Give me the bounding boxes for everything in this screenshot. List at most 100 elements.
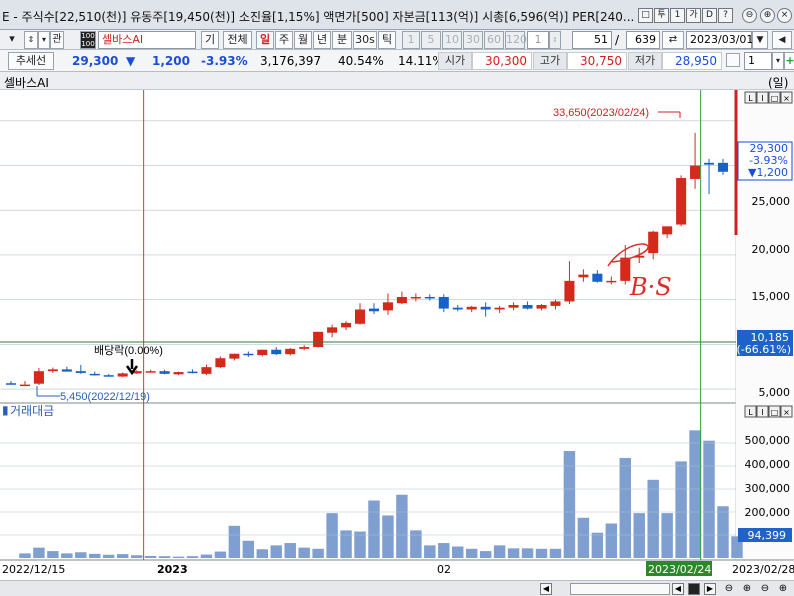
candle-body [494, 307, 505, 310]
stock-name-input[interactable]: 셀바스AI [98, 31, 196, 49]
calendar-dropdown-icon[interactable]: ▼ [752, 31, 768, 49]
volume-bar [354, 531, 366, 558]
candle-body [704, 162, 715, 165]
checkbox[interactable] [726, 53, 740, 67]
price-panel-buttons[interactable]: L I □ × [744, 91, 793, 104]
period-30-button[interactable]: 30 [463, 31, 483, 49]
zoom-in-chart-icon[interactable]: ⊕ [740, 583, 754, 595]
total-count-value: 639 [626, 31, 660, 49]
all-button[interactable]: 전체 [223, 31, 252, 49]
zoom-out-icon[interactable]: ⊖ [742, 8, 757, 23]
chart-scrollbar[interactable]: ◀ ◀ ▶ ⊖ ⊕ ⊖ ⊕ [0, 580, 794, 596]
period-spin-icon[interactable]: ⇕ [549, 31, 561, 49]
one-button[interactable]: 1 [670, 8, 685, 23]
spin-updown-icon[interactable]: ⇕ [24, 31, 38, 49]
price-tick-25000: 25,000 [752, 195, 791, 208]
d-button[interactable]: D [702, 8, 717, 23]
period-input[interactable]: 1 [527, 31, 549, 49]
date-input[interactable]: 2023/03/01 [686, 31, 753, 49]
candle-body [159, 371, 170, 374]
candle-body [271, 349, 282, 355]
candle-body [89, 373, 100, 376]
scroll-thumb[interactable] [570, 583, 670, 595]
current-volume-value: 94,399 [748, 529, 787, 542]
candle-body [145, 371, 156, 373]
view-count-input[interactable]: 51 [572, 31, 612, 49]
volume-bar [158, 556, 171, 558]
nav-arrow-icon[interactable]: ◀ [772, 31, 792, 49]
period-120-button[interactable]: 120 [505, 31, 527, 49]
scroll-next-icon[interactable]: ▶ [704, 583, 716, 595]
vol-tick-500000: 500,000 [745, 434, 791, 447]
open-value: 30,300 [472, 52, 532, 70]
vol-panel-btn-i[interactable]: I [761, 408, 763, 417]
panel-btn-close[interactable]: × [783, 94, 790, 103]
tab-daily[interactable]: 일 [256, 31, 274, 49]
scroll-prev-icon[interactable]: ◀ [672, 583, 684, 595]
grid-icon[interactable]: 100 100 [80, 31, 96, 49]
volume-bar [298, 547, 310, 558]
trend-line-button[interactable]: 추세선 [8, 52, 54, 70]
tab-30s[interactable]: 30s [353, 31, 377, 49]
vol-panel-btn-close[interactable]: × [783, 408, 790, 417]
candle-body [201, 367, 212, 374]
period-60-button[interactable]: 60 [484, 31, 504, 49]
chart-toolbar: ▾ ⇕ ▾ 관 100 100 셀바스AI 기 전체 일 주 월 년 분 30s … [0, 30, 794, 50]
tab-weekly[interactable]: 주 [275, 31, 293, 49]
invest-button[interactable]: 투 [654, 8, 669, 23]
candle-body [354, 309, 366, 324]
zoom-out-chart-icon[interactable]: ⊖ [722, 583, 736, 595]
price-chart[interactable]: L I □ × 33,650(2023/02/24) 5,450(2022/12… [0, 90, 794, 580]
price-button[interactable]: 가 [686, 8, 701, 23]
low-value: 28,950 [662, 52, 722, 70]
volume-bar [605, 523, 618, 558]
zoom-in-icon[interactable]: ⊕ [760, 8, 775, 23]
right-select-dropdown-icon[interactable]: ▾ [772, 52, 784, 70]
volume-bar [103, 554, 115, 558]
volume-panel-buttons[interactable]: L I □ × [744, 405, 793, 418]
candle-body [313, 331, 324, 348]
change-percent: -3.93% [201, 54, 248, 68]
percent-b: 14.11% [398, 54, 444, 68]
stop-icon[interactable] [688, 583, 700, 595]
volume-bar [214, 551, 227, 558]
period-10-button[interactable]: 10 [442, 31, 462, 49]
vol-panel-btn-max[interactable]: □ [771, 408, 779, 417]
right-select[interactable]: 1 [744, 52, 772, 70]
tab-monthly[interactable]: 월 [294, 31, 312, 49]
reset-chart-icon[interactable]: ⊕ [776, 583, 790, 595]
panel-btn-l[interactable]: L [748, 94, 753, 103]
candle-body [662, 226, 673, 235]
refresh-icon[interactable]: ⇄ [662, 31, 684, 49]
candle-body [229, 353, 240, 359]
tab-minute[interactable]: 분 [332, 31, 352, 49]
volume-bar [577, 517, 590, 558]
help-button[interactable]: ? [718, 8, 733, 23]
add-icon[interactable]: + [784, 52, 794, 70]
volume-bar [633, 513, 645, 558]
scroll-left-icon[interactable]: ◀ [540, 583, 552, 595]
high-label: 33,650(2023/02/24) [553, 107, 649, 119]
search-label-button[interactable]: 관 [50, 31, 64, 49]
close-icon[interactable]: × [777, 8, 792, 23]
tab-tick[interactable]: 틱 [378, 31, 396, 49]
volume-bar [619, 457, 631, 558]
reference-price-tag: 10,185 (-66.61%) [737, 330, 793, 356]
vol-panel-btn-l[interactable]: L [748, 408, 753, 417]
basic-button[interactable]: 기 [201, 31, 219, 49]
fit-chart-icon[interactable]: ⊖ [758, 583, 772, 595]
tab-yearly[interactable]: 년 [313, 31, 331, 49]
search-icon[interactable]: ▾ [38, 31, 50, 49]
candle-body [536, 305, 547, 309]
window-mode-button[interactable]: □ [638, 8, 653, 23]
high-value: 30,750 [567, 52, 627, 70]
dropdown-arrow-icon[interactable]: ▾ [0, 31, 24, 49]
volume-bar [61, 553, 73, 558]
period-1-button[interactable]: 1 [402, 31, 420, 49]
handwriting-text: B·S [629, 273, 672, 301]
panel-btn-max[interactable]: □ [771, 94, 779, 103]
panel-btn-i[interactable]: I [761, 94, 763, 103]
volume-bar [312, 548, 324, 558]
candle-body [564, 280, 575, 302]
period-5-button[interactable]: 5 [421, 31, 441, 49]
